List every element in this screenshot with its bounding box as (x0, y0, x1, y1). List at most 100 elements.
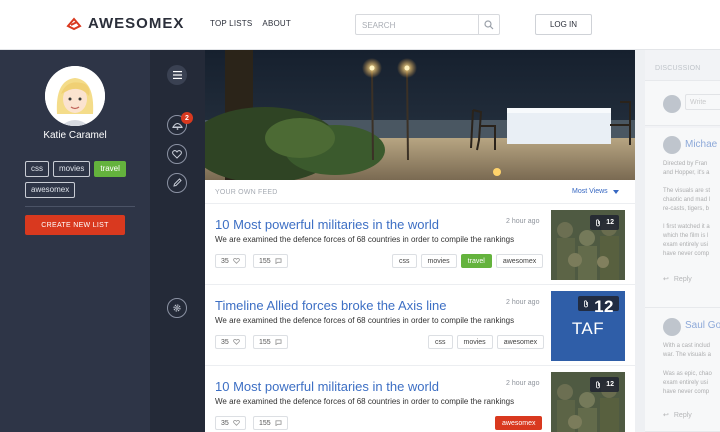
notifications-icon (171, 122, 183, 130)
profile-tag-travel[interactable]: travel (94, 161, 126, 177)
item-title[interactable]: Timeline Allied forces broke the Axis li… (215, 298, 446, 313)
like-count[interactable]: 35 (215, 335, 246, 349)
feed-item[interactable]: 10 Most powerful militaries in the world… (205, 205, 635, 285)
search-button[interactable] (478, 15, 499, 34)
nav-top-lists[interactable]: TOP LISTS (210, 19, 252, 28)
item-time: 2 hour ago (506, 299, 540, 306)
tag-css[interactable]: css (428, 335, 453, 349)
item-title[interactable]: 10 Most powerful militaries in the world (215, 217, 439, 232)
notification-badge: 2 (181, 112, 193, 124)
tag-awesomex[interactable]: awesomex (495, 254, 544, 268)
comment-text: and Hopper, it's a (663, 170, 710, 176)
nav-about[interactable]: ABOUT (262, 19, 291, 28)
reply-icon: ↩ (663, 412, 669, 419)
tag-awesomex[interactable]: awesomex (496, 335, 545, 349)
tag-movies[interactable]: movies (420, 254, 457, 268)
pencil-icon (173, 178, 182, 187)
profile-name: Katie Caramel (43, 130, 107, 141)
menu-button[interactable] (167, 65, 187, 85)
discussion-panel: DISCUSSION Write Michae Directed by Fran… (645, 50, 720, 432)
item-description: We are examined the defence forces of 68… (215, 316, 515, 325)
discussion-input-placeholder: Write (690, 98, 707, 106)
attachment-count: 12 (606, 219, 614, 226)
item-time: 2 hour ago (506, 380, 540, 387)
search-input[interactable] (356, 16, 478, 35)
paperclip-icon (596, 218, 601, 226)
sort-dropdown[interactable]: Most Views (572, 188, 619, 195)
avatar (663, 136, 681, 154)
tag-css[interactable]: css (392, 254, 417, 268)
feed-item[interactable]: 10 Most powerful militaries in the world… (205, 367, 635, 432)
comment-text: Directed by Fran (663, 161, 708, 167)
comment-text: have never comp (663, 251, 710, 257)
comment-text: chaotic and mad l (663, 197, 711, 203)
profile-tag-awesomex[interactable]: awesomex (25, 182, 76, 198)
search-icon (484, 19, 494, 29)
attachment-badge: 12 (590, 215, 619, 230)
logo-text: AWESOMEX (88, 15, 185, 32)
reply-button[interactable]: ↩ Reply (663, 275, 692, 284)
item-description: We are examined the defence forces of 68… (215, 235, 515, 244)
comment-author[interactable]: Saul Go (685, 320, 720, 331)
heart-icon (172, 149, 182, 159)
settings-button[interactable] (167, 298, 187, 318)
comment-text: With a cast includ (663, 343, 711, 349)
comment-text: The visuals are st (663, 188, 711, 194)
avatar[interactable] (45, 66, 105, 126)
reply-label: Reply (673, 411, 692, 419)
discussion-title: DISCUSSION (655, 65, 701, 72)
discussion-input[interactable]: Write (685, 94, 720, 110)
feed-item[interactable]: Timeline Allied forces broke the Axis li… (205, 286, 635, 366)
profile-tag-movies[interactable]: movies (53, 161, 91, 177)
comment-icon (275, 420, 282, 426)
create-new-list-button[interactable]: CREATE NEW LIST (25, 215, 125, 235)
attachment-count: 12 (594, 296, 614, 316)
attachment-count: 12 (606, 381, 614, 388)
feed-title: YOUR OWN FEED (215, 189, 278, 196)
item-tags: css movies travel awesomex (392, 254, 544, 268)
comment-count[interactable]: 155 (253, 254, 288, 268)
like-count-value: 35 (221, 419, 229, 427)
comment-count[interactable]: 155 (253, 416, 288, 430)
icon-rail (150, 50, 205, 432)
caret-down-icon (612, 189, 619, 194)
like-count-value: 35 (221, 257, 229, 265)
sort-label: Most Views (572, 188, 608, 195)
thumbnail-text: TAF (571, 319, 605, 338)
hero-image (205, 50, 635, 180)
search-box (355, 14, 500, 35)
favorites-button[interactable] (167, 144, 187, 164)
paperclip-icon (584, 299, 588, 307)
reply-button[interactable]: ↩ Reply (663, 411, 692, 420)
like-count[interactable]: 35 (215, 254, 246, 268)
item-thumbnail[interactable]: 12 (551, 210, 625, 280)
top-nav: TOP LISTS ABOUT (210, 19, 291, 28)
tag-travel[interactable]: travel (460, 254, 492, 268)
comment-count[interactable]: 155 (253, 335, 288, 349)
logo-icon (66, 16, 82, 30)
comment-count-value: 155 (259, 338, 271, 346)
avatar (663, 95, 681, 113)
comment-text: exam entirely usi (663, 380, 709, 386)
heart-icon (232, 258, 240, 264)
login-button[interactable]: LOG IN (535, 14, 592, 35)
tag-awesomex[interactable]: awesomex (495, 416, 543, 430)
item-thumbnail[interactable]: TAF 12 (551, 291, 625, 361)
comment-author[interactable]: Michae (685, 139, 717, 150)
settings-icon (173, 304, 181, 312)
comment: Saul Go With a cast includ war. The visu… (645, 308, 720, 432)
item-title[interactable]: 10 Most powerful militaries in the world (215, 379, 439, 394)
item-thumbnail[interactable]: 12 (551, 372, 625, 432)
tag-movies[interactable]: movies (456, 335, 493, 349)
comment-text: Was as epic, chao (663, 371, 712, 377)
attachment-badge: 12 (590, 377, 619, 392)
comment-count-value: 155 (259, 257, 271, 265)
logo[interactable]: AWESOMEX (66, 15, 184, 32)
comment-text: exam entirely usi (663, 242, 709, 248)
item-tags: awesomex (495, 416, 543, 430)
edit-button[interactable] (167, 173, 187, 193)
profile-tag-css[interactable]: css (25, 161, 49, 177)
comment-count-value: 155 (259, 419, 271, 427)
attachment-badge: 12 (578, 296, 619, 316)
like-count[interactable]: 35 (215, 416, 246, 430)
